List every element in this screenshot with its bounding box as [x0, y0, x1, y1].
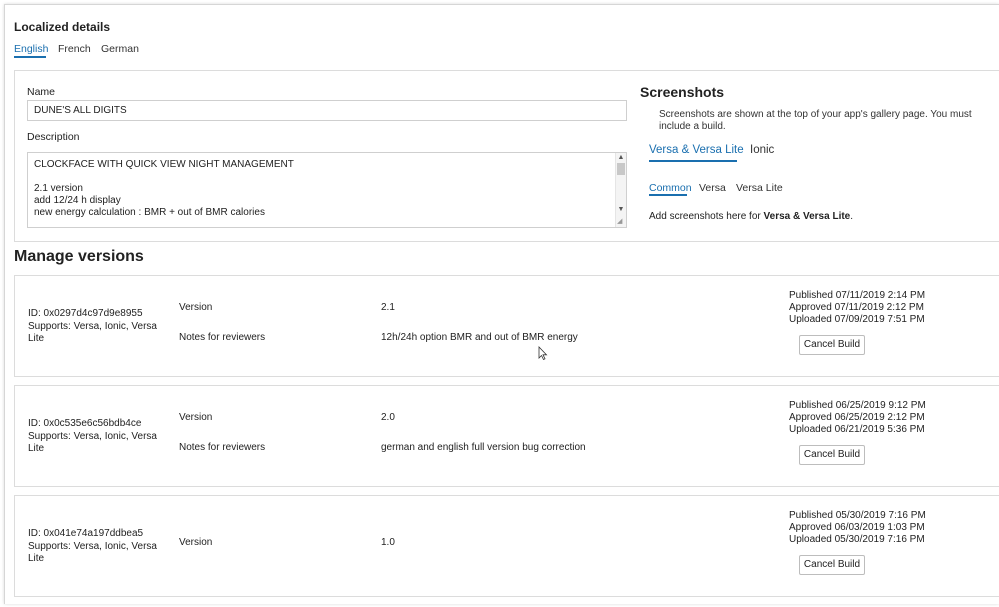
notes-value: 12h/24h option BMR and out of BMR energy	[381, 332, 578, 343]
scroll-down-icon[interactable]: ▼	[616, 205, 626, 214]
subtab-versa[interactable]: Versa	[699, 182, 726, 194]
description-label: Description	[27, 131, 80, 143]
add-screenshots-text: Add screenshots here for Versa & Versa L…	[649, 211, 854, 222]
approved-date: Approved 06/25/2019 2:12 PM	[789, 412, 925, 423]
notes-value: german and english full version bug corr…	[381, 442, 586, 453]
scroll-up-icon[interactable]: ▲	[616, 153, 626, 162]
active-subtab-indicator	[649, 194, 687, 196]
tab-german[interactable]: German	[101, 43, 139, 55]
mouse-cursor-icon	[538, 346, 548, 360]
tab-english[interactable]: English	[14, 43, 48, 55]
published-date: Published 06/25/2019 9:12 PM	[789, 400, 926, 411]
tab-french[interactable]: French	[58, 43, 91, 55]
cancel-build-button[interactable]: Cancel Build	[799, 445, 865, 465]
published-date: Published 07/11/2019 2:14 PM	[789, 290, 926, 301]
approved-date: Approved 06/03/2019 1:03 PM	[789, 522, 925, 533]
cancel-build-button[interactable]: Cancel Build	[799, 335, 865, 355]
description-line: new energy calculation : BMR + out of BM…	[34, 207, 265, 218]
description-textarea[interactable]: CLOCKFACE WITH QUICK VIEW NIGHT MANAGEME…	[27, 152, 627, 228]
approved-date: Approved 07/11/2019 2:12 PM	[789, 302, 924, 313]
notes-label: Notes for reviewers	[179, 442, 266, 453]
build-id: ID: 0x041e74a197ddbea5	[28, 528, 144, 539]
manage-versions-heading: Manage versions	[14, 248, 144, 265]
tab-versa-versa-lite[interactable]: Versa & Versa Lite	[649, 144, 744, 156]
name-label: Name	[27, 86, 56, 98]
supported-devices: Supports: Versa, Ionic, Versa Lite	[28, 541, 157, 564]
scrollbar-thumb[interactable]	[617, 163, 625, 175]
supported-devices: Supports: Versa, Ionic, Versa Lite	[28, 321, 157, 344]
uploaded-date: Uploaded 07/09/2019 7:51 PM	[789, 314, 925, 325]
localized-details-heading: Localized details	[14, 20, 111, 34]
resize-grip-icon[interactable]: ◢	[617, 218, 625, 226]
subtab-common[interactable]: Common	[649, 182, 692, 194]
build-id: ID: 0x0c535e6c56bdb4ce	[28, 418, 142, 429]
version-value: 2.0	[381, 412, 395, 423]
tab-ionic[interactable]: Ionic	[750, 144, 774, 156]
version-label: Version	[179, 302, 213, 313]
version-value: 2.1	[381, 302, 395, 313]
description-line: CLOCKFACE WITH QUICK VIEW NIGHT MANAGEME…	[34, 159, 294, 170]
version-card: ID: 0x041e74a197ddbea5 Supports: Versa, …	[14, 495, 999, 597]
version-label: Version	[179, 412, 213, 423]
screenshots-description: Screenshots are shown at the top of your…	[659, 109, 972, 132]
active-device-indicator	[649, 160, 737, 162]
description-line: add 12/24 h display	[34, 195, 121, 206]
version-label: Version	[179, 537, 213, 548]
description-line: 2.1 version	[34, 183, 83, 194]
version-value: 1.0	[381, 537, 395, 548]
notes-label: Notes for reviewers	[179, 332, 266, 343]
subtab-versa-lite[interactable]: Versa Lite	[736, 182, 783, 194]
active-language-indicator	[14, 56, 46, 58]
published-date: Published 05/30/2019 7:16 PM	[789, 510, 926, 521]
uploaded-date: Uploaded 06/21/2019 5:36 PM	[789, 424, 925, 435]
name-input[interactable]	[27, 100, 627, 121]
build-id: ID: 0x0297d4c97d9e8955	[28, 308, 143, 319]
version-card: ID: 0x0c535e6c56bdb4ce Supports: Versa, …	[14, 385, 999, 487]
supported-devices: Supports: Versa, Ionic, Versa Lite	[28, 431, 157, 454]
version-card: ID: 0x0297d4c97d9e8955 Supports: Versa, …	[14, 275, 999, 377]
uploaded-date: Uploaded 05/30/2019 7:16 PM	[789, 534, 925, 545]
description-scrollbar[interactable]: ▲ ▼	[615, 153, 626, 227]
screenshots-heading: Screenshots	[640, 84, 725, 100]
cancel-build-button[interactable]: Cancel Build	[799, 555, 865, 575]
